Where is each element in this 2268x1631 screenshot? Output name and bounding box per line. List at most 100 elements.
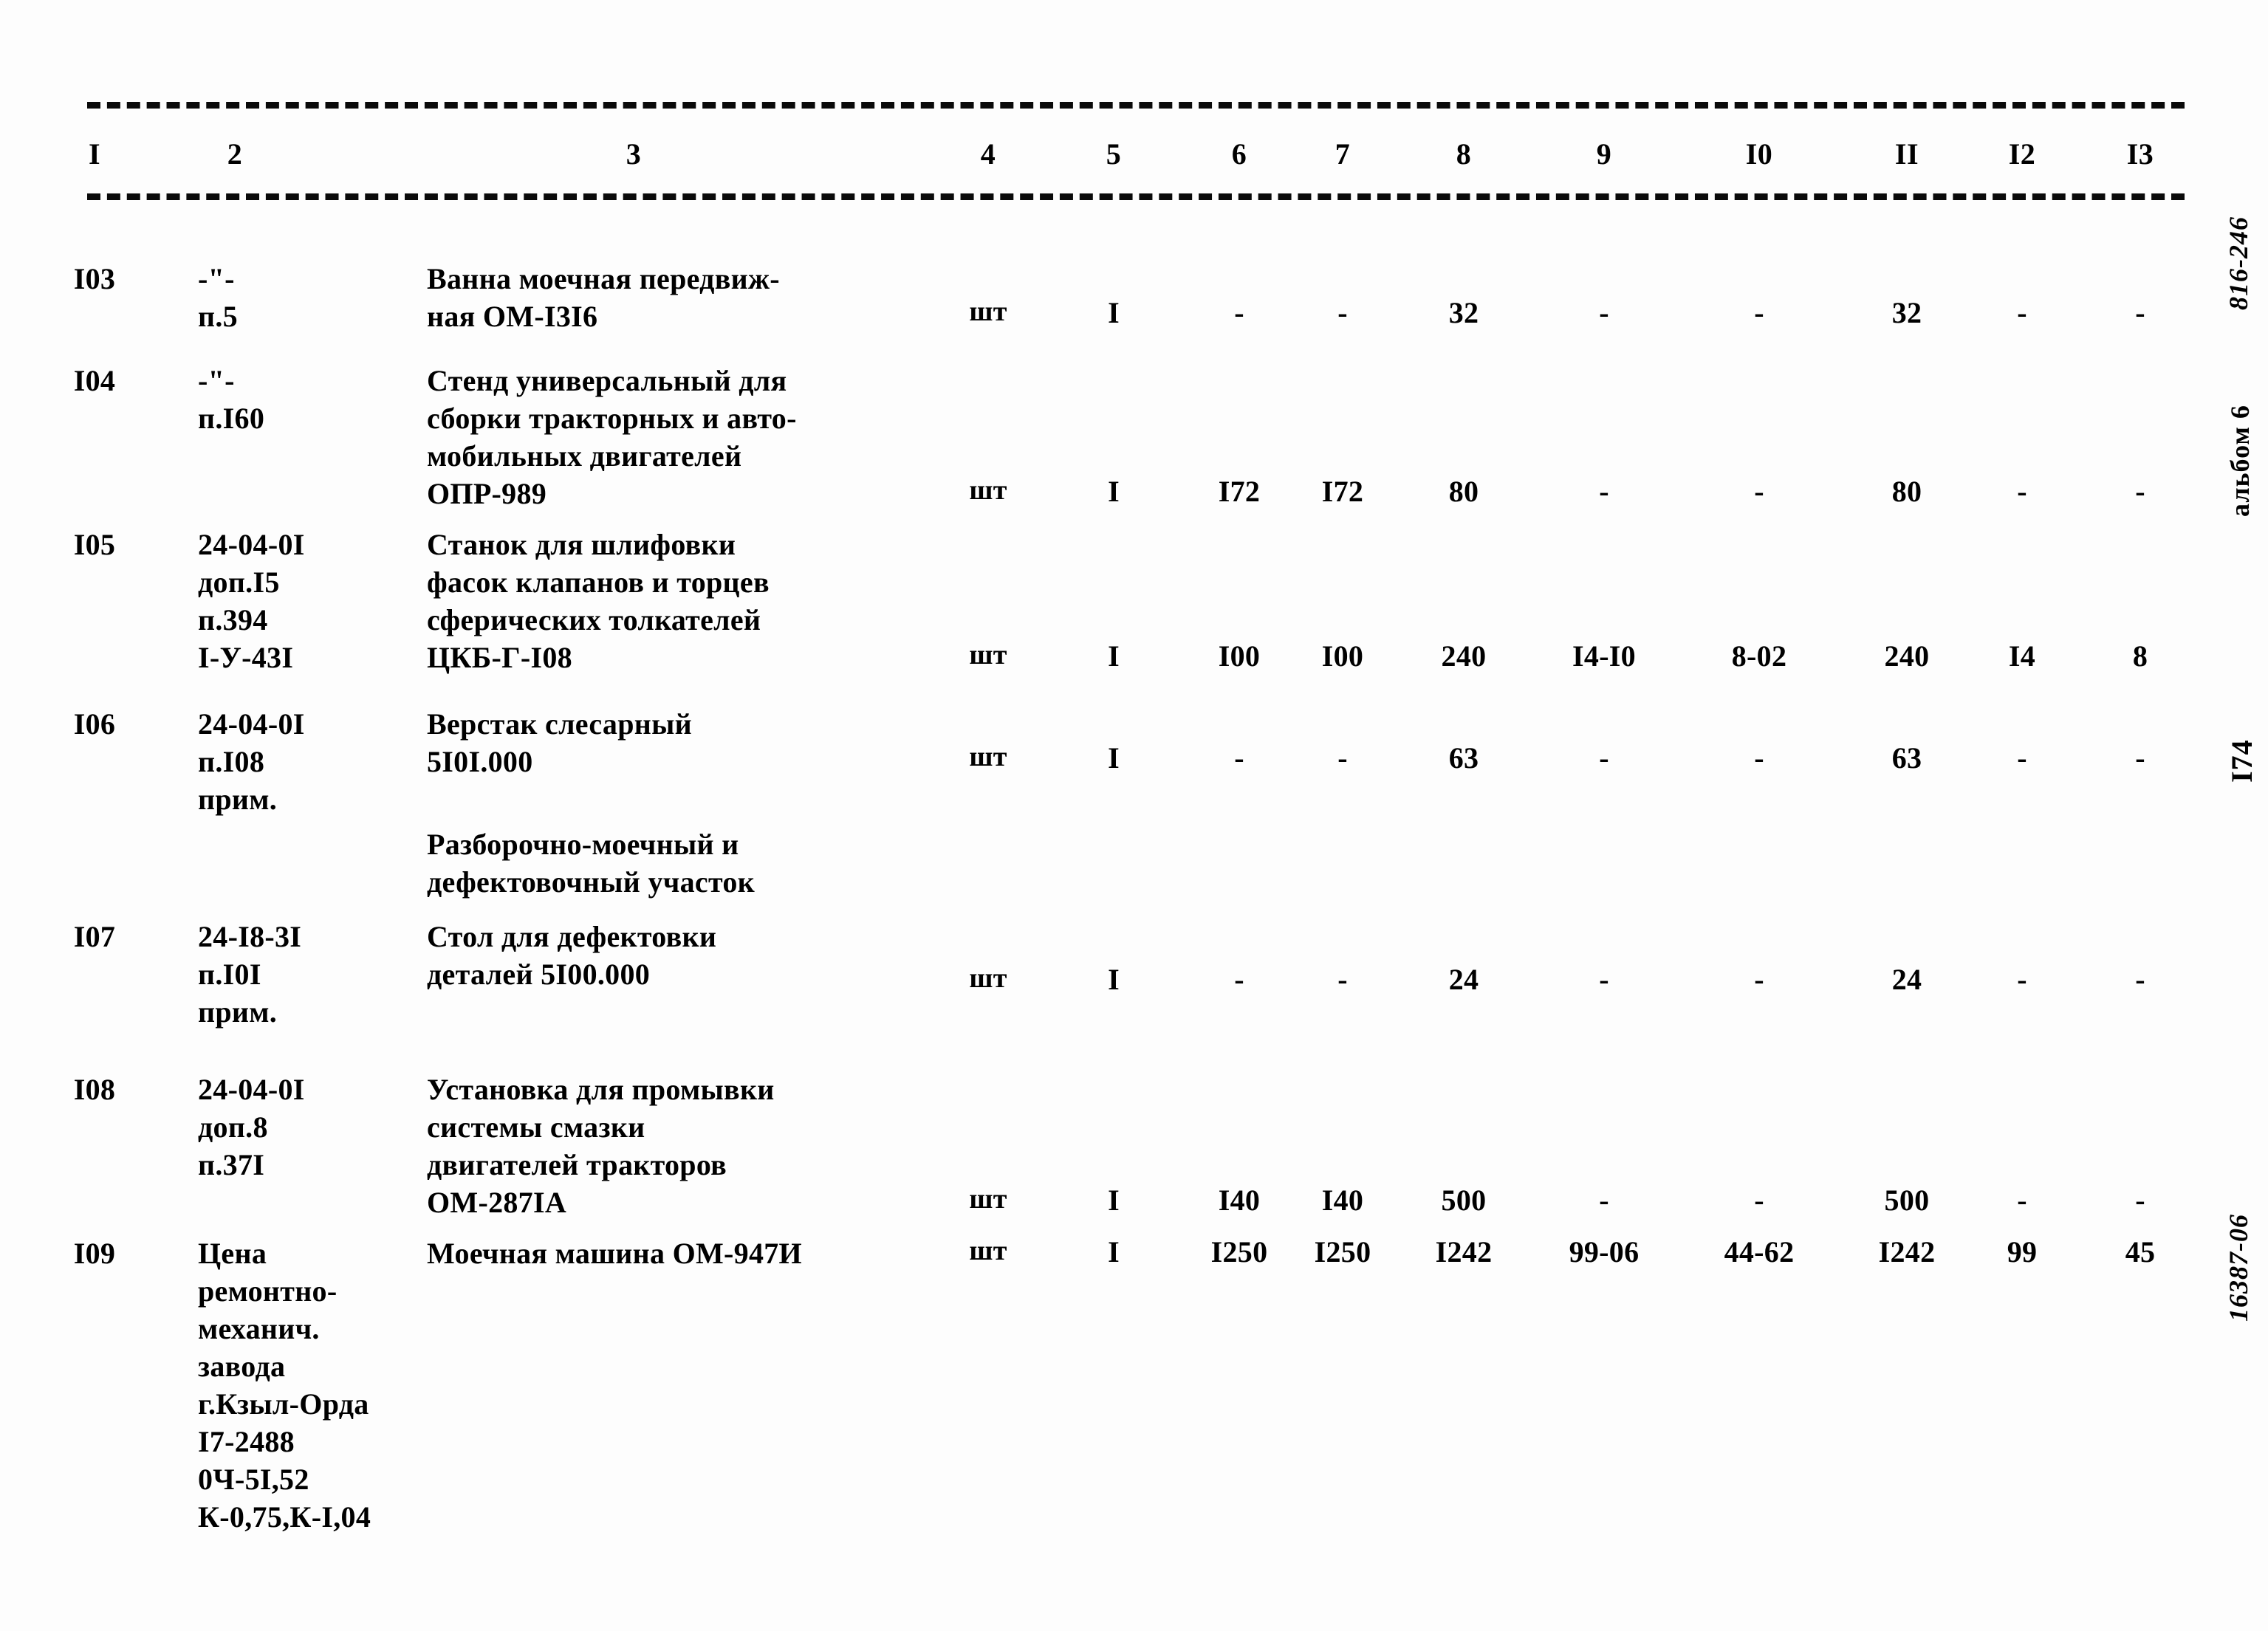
row-unit: шт bbox=[969, 1184, 1007, 1215]
row-value-10: - bbox=[1754, 963, 1764, 996]
row-value-11: 240 bbox=[1884, 639, 1930, 673]
row-id: I05 bbox=[73, 528, 116, 561]
row-name: Установка для промывки системы смазки дв… bbox=[427, 1073, 775, 1219]
row-code: 24-04-0I п.I08 прим. bbox=[198, 707, 305, 816]
row-value-5: I bbox=[1108, 1184, 1120, 1217]
row-value-7: I00 bbox=[1321, 639, 1364, 673]
row-value-7: - bbox=[1337, 741, 1348, 775]
column-header-7: 7 bbox=[1335, 137, 1351, 171]
row-id: I08 bbox=[73, 1073, 116, 1106]
row-value-8: 32 bbox=[1448, 296, 1479, 329]
row-value-12: - bbox=[2017, 963, 2027, 996]
row-value-13: - bbox=[2135, 1184, 2145, 1217]
row-value-10: 44-62 bbox=[1724, 1235, 1795, 1268]
row-value-8: 63 bbox=[1448, 741, 1479, 775]
table-column-header-row: I 2 3 4 5 6 7 8 9 I0 II I2 I3 bbox=[0, 137, 2268, 181]
row-value-11: 500 bbox=[1884, 1184, 1930, 1217]
row-value-5: I bbox=[1108, 296, 1120, 329]
row-value-9: - bbox=[1599, 741, 1609, 775]
row-value-13: - bbox=[2135, 296, 2145, 329]
row-value-7: I40 bbox=[1321, 1184, 1364, 1217]
row-value-6: - bbox=[1234, 963, 1244, 996]
margin-note-page-number: I74 bbox=[2225, 739, 2258, 783]
row-value-13: 45 bbox=[2125, 1235, 2156, 1268]
row-value-13: - bbox=[2135, 475, 2145, 508]
row-value-7: - bbox=[1337, 963, 1348, 996]
row-value-11: I242 bbox=[1878, 1235, 1936, 1268]
table-header-dashed-rule bbox=[87, 193, 2185, 200]
document-page: I 2 3 4 5 6 7 8 9 I0 II I2 I3 I03 -"- п.… bbox=[0, 0, 2268, 1631]
row-value-5: I bbox=[1108, 741, 1120, 775]
row-value-9: I4-I0 bbox=[1572, 639, 1636, 673]
column-header-4: 4 bbox=[980, 137, 996, 171]
row-unit: шт bbox=[969, 639, 1007, 670]
row-value-12: - bbox=[2017, 1184, 2027, 1217]
row-value-11: 80 bbox=[1891, 475, 1922, 508]
row-name: Моечная машина ОМ-947И bbox=[427, 1237, 802, 1270]
row-value-10: - bbox=[1754, 741, 1764, 775]
row-value-7: I250 bbox=[1314, 1235, 1371, 1268]
row-value-12: - bbox=[2017, 475, 2027, 508]
row-value-6: - bbox=[1234, 296, 1244, 329]
row-value-9: - bbox=[1599, 963, 1609, 996]
row-value-11: 24 bbox=[1891, 963, 1922, 996]
row-unit: шт bbox=[969, 1235, 1007, 1266]
row-name: Стенд универсальный для сборки тракторны… bbox=[427, 364, 797, 510]
column-header-8: 8 bbox=[1456, 137, 1472, 171]
row-id: I03 bbox=[73, 262, 116, 295]
row-value-6: I72 bbox=[1218, 475, 1261, 508]
row-code: 24-04-0I доп.8 п.37I bbox=[198, 1073, 305, 1181]
row-name: Станок для шлифовки фасок клапанов и тор… bbox=[427, 528, 770, 674]
row-value-11: 63 bbox=[1891, 741, 1922, 775]
column-header-11: II bbox=[1894, 137, 1919, 171]
row-value-7: - bbox=[1337, 296, 1348, 329]
row-value-5: I bbox=[1108, 963, 1120, 996]
row-value-10: - bbox=[1754, 1184, 1764, 1217]
row-value-6: I00 bbox=[1218, 639, 1261, 673]
row-value-10: - bbox=[1754, 475, 1764, 508]
row-value-10: 8-02 bbox=[1731, 639, 1787, 673]
row-value-8: 80 bbox=[1448, 475, 1479, 508]
margin-note-archive-code: 16387-06 bbox=[2224, 1214, 2253, 1322]
row-value-12: - bbox=[2017, 296, 2027, 329]
row-value-12: - bbox=[2017, 741, 2027, 775]
row-unit: шт bbox=[969, 963, 1007, 994]
column-header-13: I3 bbox=[2126, 137, 2154, 171]
row-id: I09 bbox=[73, 1237, 116, 1270]
column-header-6: 6 bbox=[1231, 137, 1247, 171]
row-code: Цена ремонтно- механич. завода г.Кзыл-Ор… bbox=[198, 1237, 371, 1534]
column-header-12: I2 bbox=[2008, 137, 2036, 171]
column-header-10: I0 bbox=[1745, 137, 1773, 171]
row-name: Стол для дефектовки деталей 5I00.000 bbox=[427, 920, 717, 991]
row-name: Ванна моечная передвиж- ная ОМ-I3I6 bbox=[427, 262, 780, 333]
row-value-13: - bbox=[2135, 963, 2145, 996]
column-header-5: 5 bbox=[1106, 137, 1122, 171]
row-value-6: I40 bbox=[1218, 1184, 1261, 1217]
row-code: -"- п.5 bbox=[198, 262, 238, 333]
row-value-8: 24 bbox=[1448, 963, 1479, 996]
row-value-13: 8 bbox=[2132, 639, 2148, 673]
column-header-3: 3 bbox=[626, 137, 642, 171]
column-header-2: 2 bbox=[227, 137, 243, 171]
row-value-5: I bbox=[1108, 639, 1120, 673]
row-value-13: - bbox=[2135, 741, 2145, 775]
table-top-dashed-rule bbox=[87, 102, 2185, 109]
row-unit: шт bbox=[969, 475, 1007, 506]
column-header-9: 9 bbox=[1596, 137, 1612, 171]
row-value-5: I bbox=[1108, 1235, 1120, 1268]
row-id: I07 bbox=[73, 920, 116, 953]
row-value-9: 99-06 bbox=[1569, 1235, 1640, 1268]
row-value-8: I242 bbox=[1435, 1235, 1493, 1268]
row-value-11: 32 bbox=[1891, 296, 1922, 329]
row-value-6: - bbox=[1234, 741, 1244, 775]
row-value-12: 99 bbox=[2007, 1235, 2038, 1268]
row-value-12: I4 bbox=[2008, 639, 2036, 673]
row-name: Верстак слесарный 5I0I.000 bbox=[427, 707, 692, 778]
row-id: I04 bbox=[73, 364, 116, 397]
column-header-1: I bbox=[88, 137, 101, 171]
row-id: I06 bbox=[73, 707, 116, 741]
row-code: 24-04-0I доп.I5 п.394 I-У-43I bbox=[198, 528, 305, 674]
row-value-6: I250 bbox=[1210, 1235, 1268, 1268]
row-unit: шт bbox=[969, 296, 1007, 327]
row-value-8: 500 bbox=[1441, 1184, 1487, 1217]
